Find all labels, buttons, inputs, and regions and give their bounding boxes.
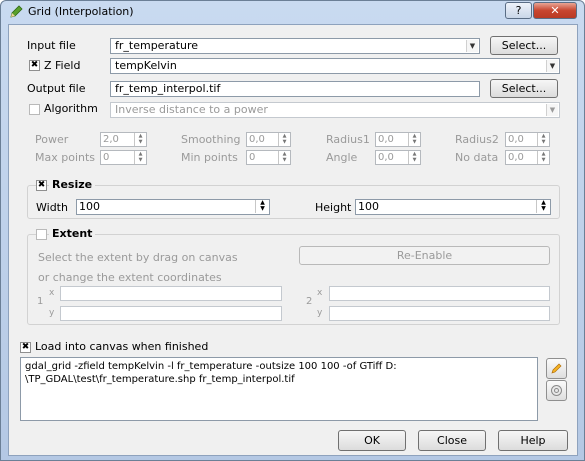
radius2-value: 0,0 [508,134,524,145]
spin-arrows-icon[interactable]: ▲ ▼ [408,151,420,164]
p1-x-label: x [49,288,55,298]
input-select-button[interactable]: Select... [490,36,558,55]
zfield-value: tempKelvin [115,59,177,72]
width-value: 100 [79,200,100,213]
smoothing-spinbox[interactable]: 0,0 ▲ ▼ [246,132,291,147]
radius1-value: 0,0 [378,134,394,145]
input-file-combo[interactable]: fr_temperature ▼ [110,38,480,54]
edit-command-button[interactable] [546,358,567,379]
resize-checkbox[interactable]: ✖ [36,180,47,191]
width-spinbox[interactable]: 100 ▲ ▼ [76,199,270,215]
chevron-down-icon: ▼ [466,40,478,52]
smoothing-label: Smoothing [181,133,241,146]
help-button[interactable]: Help [498,430,568,451]
reset-icon [551,385,562,396]
height-label: Height [315,201,352,214]
p2-x-label: x [317,288,323,298]
spin-arrows-icon[interactable]: ▲ ▼ [134,151,146,164]
spin-arrows-icon[interactable]: ▲ ▼ [537,133,549,146]
algorithm-label: Algorithm [44,102,98,115]
smoothing-value: 0,0 [249,134,265,145]
algorithm-combo[interactable]: Inverse distance to a power ▼ [110,102,560,118]
close-window-button[interactable]: ✕ [533,2,577,19]
p2-y-label: y [317,308,323,318]
radius2-label: Radius2 [455,133,499,146]
angle-spinbox[interactable]: 0,0 ▲ ▼ [375,150,421,165]
extent-coords-text: or change the extent coordinates [38,271,222,284]
chevron-down-icon: ▼ [546,60,558,72]
output-file-field[interactable]: fr_temp_interpol.tif [110,81,480,97]
qgis-pencil-icon [10,5,23,18]
window-title: Grid (Interpolation) [28,5,134,18]
no-data-label: No data [455,151,499,164]
height-value: 100 [358,200,379,213]
radius1-label: Radius1 [326,133,370,146]
power-label: Power [35,133,69,146]
spin-arrows-icon[interactable]: ▲ ▼ [408,133,420,146]
no-data-value: 0,0 [508,152,524,163]
zfield-label: Z Field [44,59,81,72]
output-select-button[interactable]: Select... [490,79,558,98]
extent-title: Extent [49,227,96,240]
spin-arrows-icon[interactable]: ▲ ▼ [278,151,290,164]
dialog-window: Grid (Interpolation) ? ✕ Input file fr_t… [0,0,585,461]
no-data-spinbox[interactable]: 0,0 ▲ ▼ [505,150,550,165]
reset-command-button[interactable] [546,380,567,401]
zfield-checkbox[interactable]: ✖ [29,60,40,71]
spin-arrows-icon[interactable]: ▲ ▼ [536,200,550,213]
angle-value: 0,0 [378,152,394,163]
width-label: Width [36,201,68,214]
p1-y-field[interactable] [60,306,282,321]
algorithm-checkbox[interactable] [29,104,40,115]
p2-x-field[interactable] [329,286,550,301]
load-canvas-checkbox[interactable]: ✖ [20,342,31,353]
dialog-body: Input file fr_temperature ▼ Select... ✖ … [8,24,578,456]
load-canvas-label: Load into canvas when finished [35,340,209,353]
p2-number-label: 2 [306,296,313,307]
spin-arrows-icon[interactable]: ▲ ▼ [278,133,290,146]
max-points-spinbox[interactable]: 0 ▲ ▼ [100,150,147,165]
power-spinbox[interactable]: 2,0 ▲ ▼ [100,132,147,147]
p1-y-label: y [49,308,55,318]
p2-y-field[interactable] [329,306,550,321]
spin-arrows-icon[interactable]: ▲ ▼ [255,200,269,213]
edit-pencil-icon [551,363,562,374]
spin-arrows-icon[interactable]: ▲ ▼ [537,151,549,164]
input-file-value: fr_temperature [115,39,199,52]
min-points-spinbox[interactable]: 0 ▲ ▼ [246,150,291,165]
resize-title: Resize [49,178,96,191]
p1-x-field[interactable] [60,286,282,301]
min-points-value: 0 [249,152,256,163]
radius1-spinbox[interactable]: 0,0 ▲ ▼ [375,132,421,147]
max-points-label: Max points [35,151,96,164]
input-file-label: Input file [27,39,76,52]
p1-number-label: 1 [37,296,44,307]
max-points-value: 0 [103,152,110,163]
command-textarea[interactable]: gdal_grid -zfield tempKelvin -l fr_tempe… [20,357,538,421]
angle-label: Angle [326,151,358,164]
power-value: 2,0 [103,134,119,145]
zfield-combo[interactable]: tempKelvin ▼ [110,58,560,74]
radius2-spinbox[interactable]: 0,0 ▲ ▼ [505,132,550,147]
height-spinbox[interactable]: 100 ▲ ▼ [355,199,551,215]
ok-button[interactable]: OK [338,430,406,451]
spin-arrows-icon[interactable]: ▲ ▼ [134,133,146,146]
close-button[interactable]: Close [418,430,486,451]
output-file-label: Output file [27,82,86,95]
extent-drag-text: Select the extent by drag on canvas [38,251,238,264]
title-bar[interactable]: Grid (Interpolation) ? ✕ [1,1,584,23]
algorithm-value: Inverse distance to a power [115,103,268,116]
help-title-button[interactable]: ? [505,2,532,19]
chevron-down-icon: ▼ [546,104,558,116]
min-points-label: Min points [181,151,238,164]
extent-checkbox[interactable] [36,229,47,240]
reenable-button[interactable]: Re-Enable [299,246,550,265]
